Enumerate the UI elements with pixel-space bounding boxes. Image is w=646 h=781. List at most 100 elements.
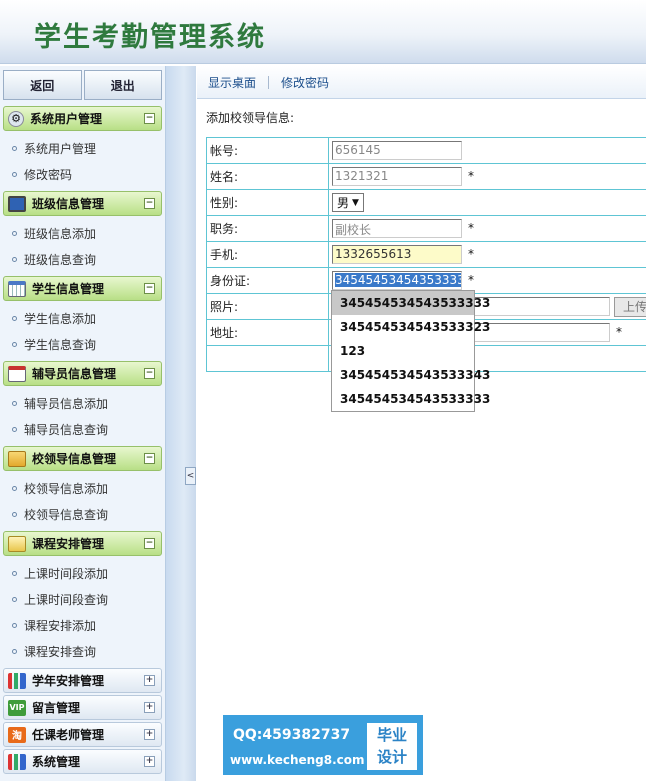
expand-icon[interactable]: + [144,675,155,686]
bullet-icon [12,648,17,654]
watermark-badge: 毕业 设计 [367,723,417,770]
exit-button[interactable]: 退出 [83,70,162,100]
sidebar-item-period-query[interactable]: 上课时间段查询 [3,586,162,612]
sidebar-item-course-query[interactable]: 课程安排查询 [3,638,162,664]
section-header-messages[interactable]: VIP 留言管理 + [3,695,162,720]
splitter[interactable] [166,66,196,781]
autocomplete-option[interactable]: 345454534543533333 [332,387,490,411]
section-header-system[interactable]: 系统管理 + [3,749,162,774]
section-header-leader-info[interactable]: 校领导信息管理 − [3,446,162,471]
monitor-icon [8,195,26,212]
idcard-label: 身份证: [206,267,329,294]
phone-input[interactable]: 1332655613 [332,245,462,264]
bullet-icon [12,256,17,262]
section-header-class-info[interactable]: 班级信息管理 − [3,191,162,216]
vip-icon: VIP [8,699,26,716]
sidebar-item-student-query[interactable]: 学生信息查询 [3,331,162,357]
show-desktop-link[interactable]: 显示桌面 [208,74,256,91]
position-label: 职务: [206,215,329,242]
sidebar-item-system-users[interactable]: 系统用户管理 [3,135,162,161]
sidebar-item-course-add[interactable]: 课程安排添加 [3,612,162,638]
collapse-icon[interactable]: − [144,368,155,379]
section-counselor-info: 辅导员信息管理 − 辅导员信息添加 辅导员信息查询 [3,361,162,444]
section-title: 任课老师管理 [32,728,105,742]
section-course-schedule: 课程安排管理 − 上课时间段添加 上课时间段查询 课程安排添加 课程安排查询 [3,531,162,666]
name-label: 姓名: [206,163,329,190]
gender-select[interactable]: 男 ▼ [332,193,364,212]
bullet-icon [12,341,17,347]
required-mark: * [468,169,474,183]
idcard-input[interactable]: 345454534543533333 [332,271,462,290]
form-row-account: 帐号: 656145 [206,137,646,164]
sidebar-item-student-add[interactable]: 学生信息添加 [3,305,162,331]
form-row-name: 姓名: 1321321 * [206,163,646,190]
top-nav: 显示桌面 修改密码 [197,66,646,99]
section-header-system-users[interactable]: ⚙ 系统用户管理 − [3,106,162,131]
back-button[interactable]: 返回 [3,70,82,100]
phone-label: 手机: [206,241,329,268]
sidebar-top-buttons: 返回 退出 [0,66,165,104]
section-title: 辅导员信息管理 [32,367,117,381]
bullet-icon [12,400,17,406]
section-header-teachers[interactable]: 淘 任课老师管理 + [3,722,162,747]
section-header-counselor-info[interactable]: 辅导员信息管理 − [3,361,162,386]
app-title: 学生考勤管理系统 [34,22,266,53]
section-header-academic-year[interactable]: 学年安排管理 + [3,668,162,693]
watermark: QQ:459382737 www.kecheng8.com 毕业 设计 [223,715,423,775]
idcard-selected-text: 345454534543533333 [335,273,461,287]
sidebar-item-class-query[interactable]: 班级信息查询 [3,246,162,272]
section-title: 学年安排管理 [32,674,105,688]
collapse-icon[interactable]: − [144,198,155,209]
name-input[interactable]: 1321321 [332,167,462,186]
section-header-student-info[interactable]: 学生信息管理 − [3,276,162,301]
sidebar-item-leader-add[interactable]: 校领导信息添加 [3,475,162,501]
expand-icon[interactable]: + [144,702,155,713]
chart-icon [8,672,26,689]
form-row-phone: 手机: 1332655613 * [206,241,646,268]
section-messages: VIP 留言管理 + [3,695,162,720]
address-label: 地址: [206,319,329,346]
form-caption: 添加校领导信息: [206,111,295,125]
collapse-icon[interactable]: − [144,113,155,124]
change-password-link[interactable]: 修改密码 [281,74,329,91]
autocomplete-option[interactable]: 345454534543533333 [332,291,490,315]
section-teachers: 淘 任课老师管理 + [3,722,162,747]
calendar-icon [8,280,26,297]
autocomplete-option[interactable]: 345454534543533343 [332,363,490,387]
required-mark: * [468,273,474,287]
bullet-icon [12,171,17,177]
sidebar-item-class-add[interactable]: 班级信息添加 [3,220,162,246]
bullet-icon [12,570,17,576]
collapse-icon[interactable]: − [144,538,155,549]
account-input[interactable]: 656145 [332,141,462,160]
header: 学生考勤管理系统 [0,0,646,64]
photo-label: 照片: [206,293,329,320]
autocomplete-option[interactable]: 123 [332,339,474,363]
bullet-icon [12,596,17,602]
collapse-icon[interactable]: − [144,283,155,294]
expand-icon[interactable]: + [144,756,155,767]
chart-icon [8,753,26,770]
section-academic-year: 学年安排管理 + [3,668,162,693]
account-label: 帐号: [206,137,329,164]
autocomplete-option[interactable]: 345454534543533323 [332,315,490,339]
section-title: 留言管理 [32,701,81,715]
section-title: 系统用户管理 [30,112,103,126]
position-input[interactable]: 副校长 [332,219,462,238]
sidebar-item-leader-query[interactable]: 校领导信息查询 [3,501,162,527]
sidebar-item-change-password[interactable]: 修改密码 [3,161,162,187]
bullet-icon [12,622,17,628]
sidebar-item-period-add[interactable]: 上课时间段添加 [3,560,162,586]
section-title: 课程安排管理 [32,537,105,551]
sidebar-item-counselor-query[interactable]: 辅导员信息查询 [3,416,162,442]
expand-icon[interactable]: + [144,729,155,740]
sidebar: 返回 退出 ⚙ 系统用户管理 − 系统用户管理 修改密码 班级信息管理 − 班级… [0,66,166,781]
sidebar-item-counselor-add[interactable]: 辅导员信息添加 [3,390,162,416]
section-title: 校领导信息管理 [32,452,117,466]
notepad-icon [8,535,26,552]
upload-button[interactable]: 上传 [614,296,646,317]
watermark-qq: QQ:459382737 [233,727,351,743]
collapse-icon[interactable]: − [144,453,155,464]
collapse-sidebar-button[interactable]: < [185,467,196,485]
section-header-course-schedule[interactable]: 课程安排管理 − [3,531,162,556]
